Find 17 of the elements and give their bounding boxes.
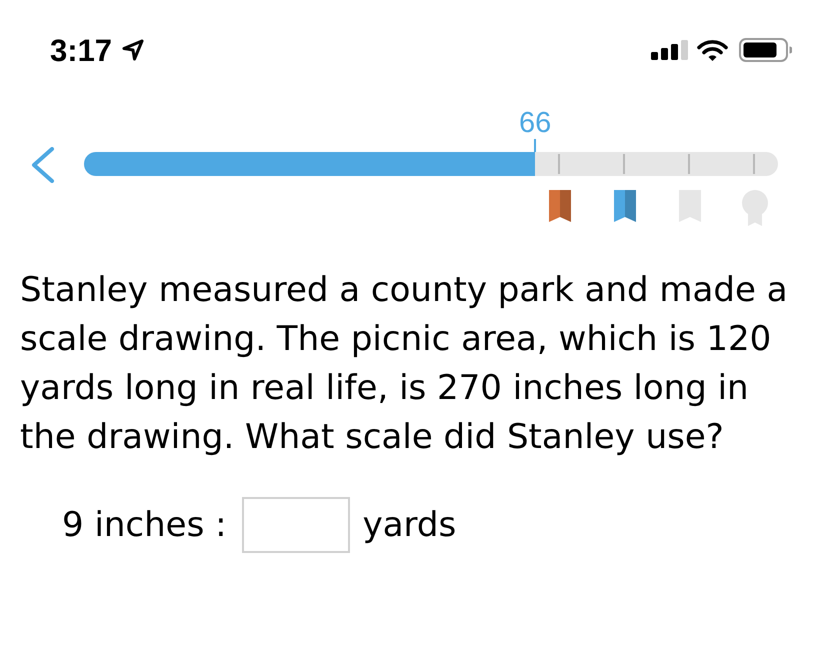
battery-icon [739,38,792,62]
signal-icon [651,40,688,60]
back-button[interactable] [30,147,55,183]
chevron-left-icon [30,147,55,183]
status-time: 3:17 [50,34,112,66]
tick-mark [688,154,690,174]
tick-mark [558,154,560,174]
tick-mark [623,154,625,174]
answer-suffix: yards [362,504,456,546]
score-marker-line [534,139,536,152]
location-arrow-icon [122,39,144,61]
score-label: 66 [518,109,552,138]
answer-prefix: 9 inches : [62,504,227,546]
tick-mark [753,154,755,174]
wifi-icon [697,38,728,62]
question-text: Stanley measured a county park and made a scale drawing. The picnic area, which is 120 yards long in real life, is 270 inches long in the drawing. What scale did Stanley use? [20,269,789,459]
answer-field[interactable] [242,497,350,553]
